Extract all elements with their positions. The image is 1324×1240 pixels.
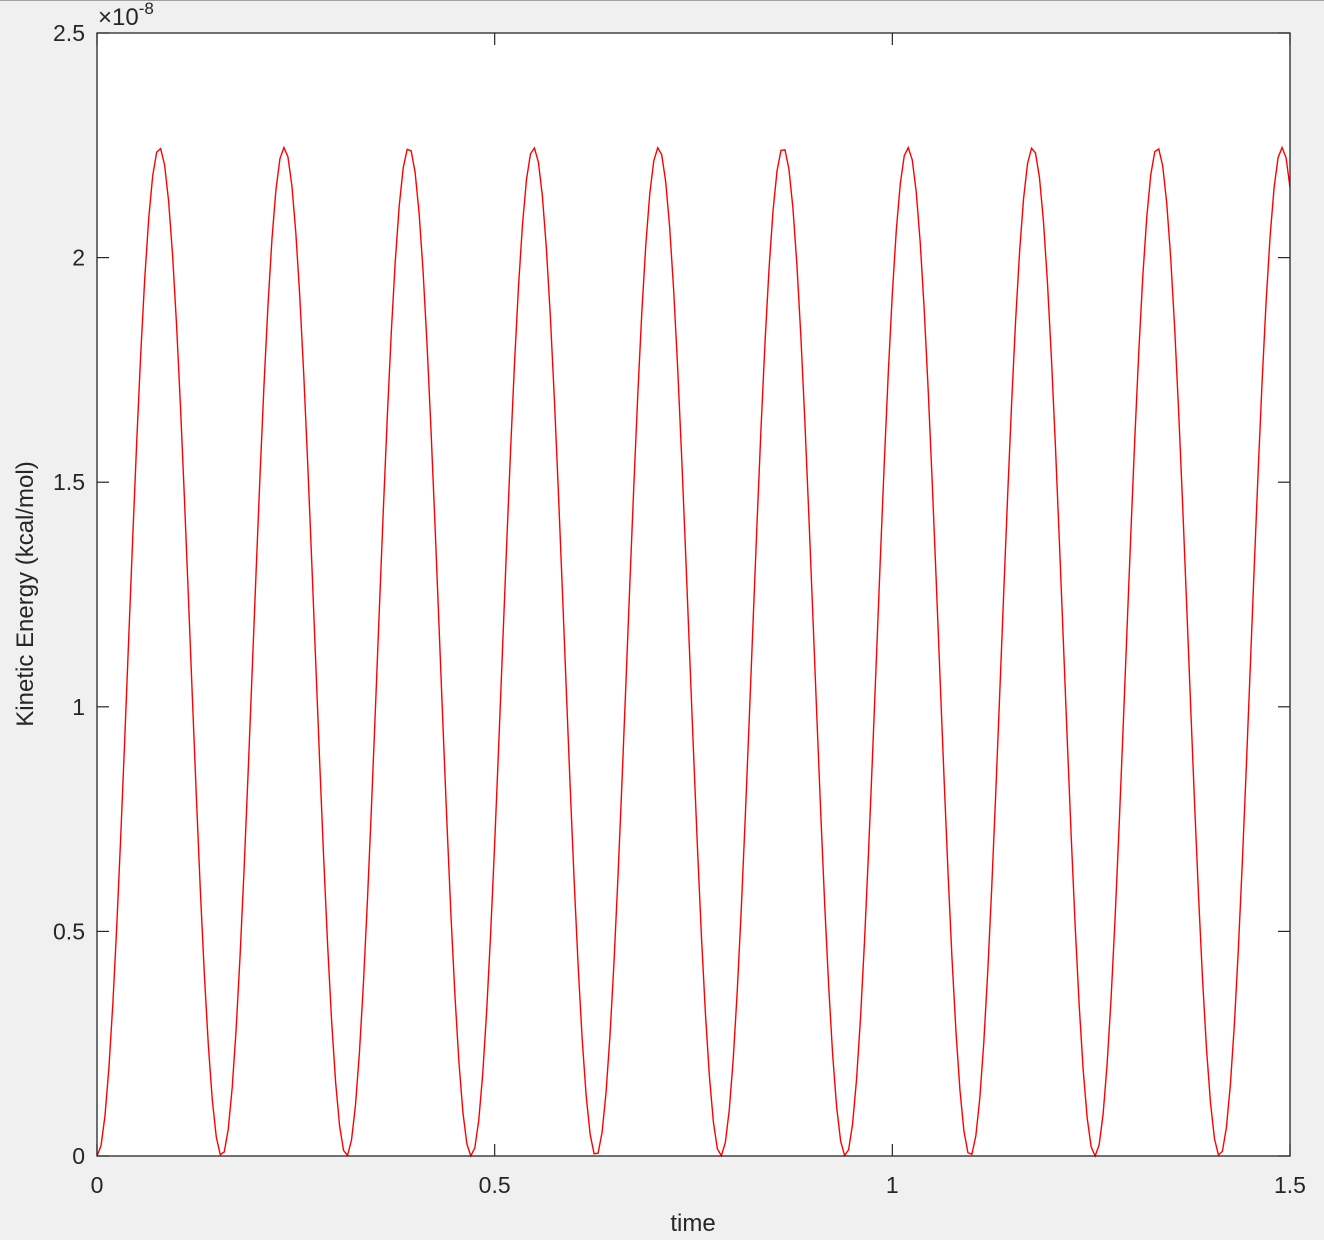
y-exponent-label: ×10-8 [98, 1, 154, 31]
y-tick-label: 2 [72, 245, 85, 271]
y-tick-label: 0.5 [53, 918, 85, 944]
y-tick-label: 0 [72, 1143, 85, 1169]
x-tick-label: 0.5 [479, 1172, 511, 1198]
x-tick-label: 0 [91, 1172, 104, 1198]
y-tick-label: 2.5 [53, 20, 85, 46]
x-tick-label: 1 [886, 1172, 899, 1198]
x-axis-label: time [670, 1210, 715, 1237]
chart: 0 0.5 1 1.5 0 0.5 1 1.5 2 2.5 ×10-8 time Kinetic … [12, 1, 1306, 1237]
y-tick-label: 1 [72, 694, 85, 720]
x-tick-label: 1.5 [1274, 1172, 1306, 1198]
y-axis-label: Kinetic Energy (kcal/mol) [12, 461, 39, 726]
y-tick-label: 1.5 [53, 469, 85, 495]
